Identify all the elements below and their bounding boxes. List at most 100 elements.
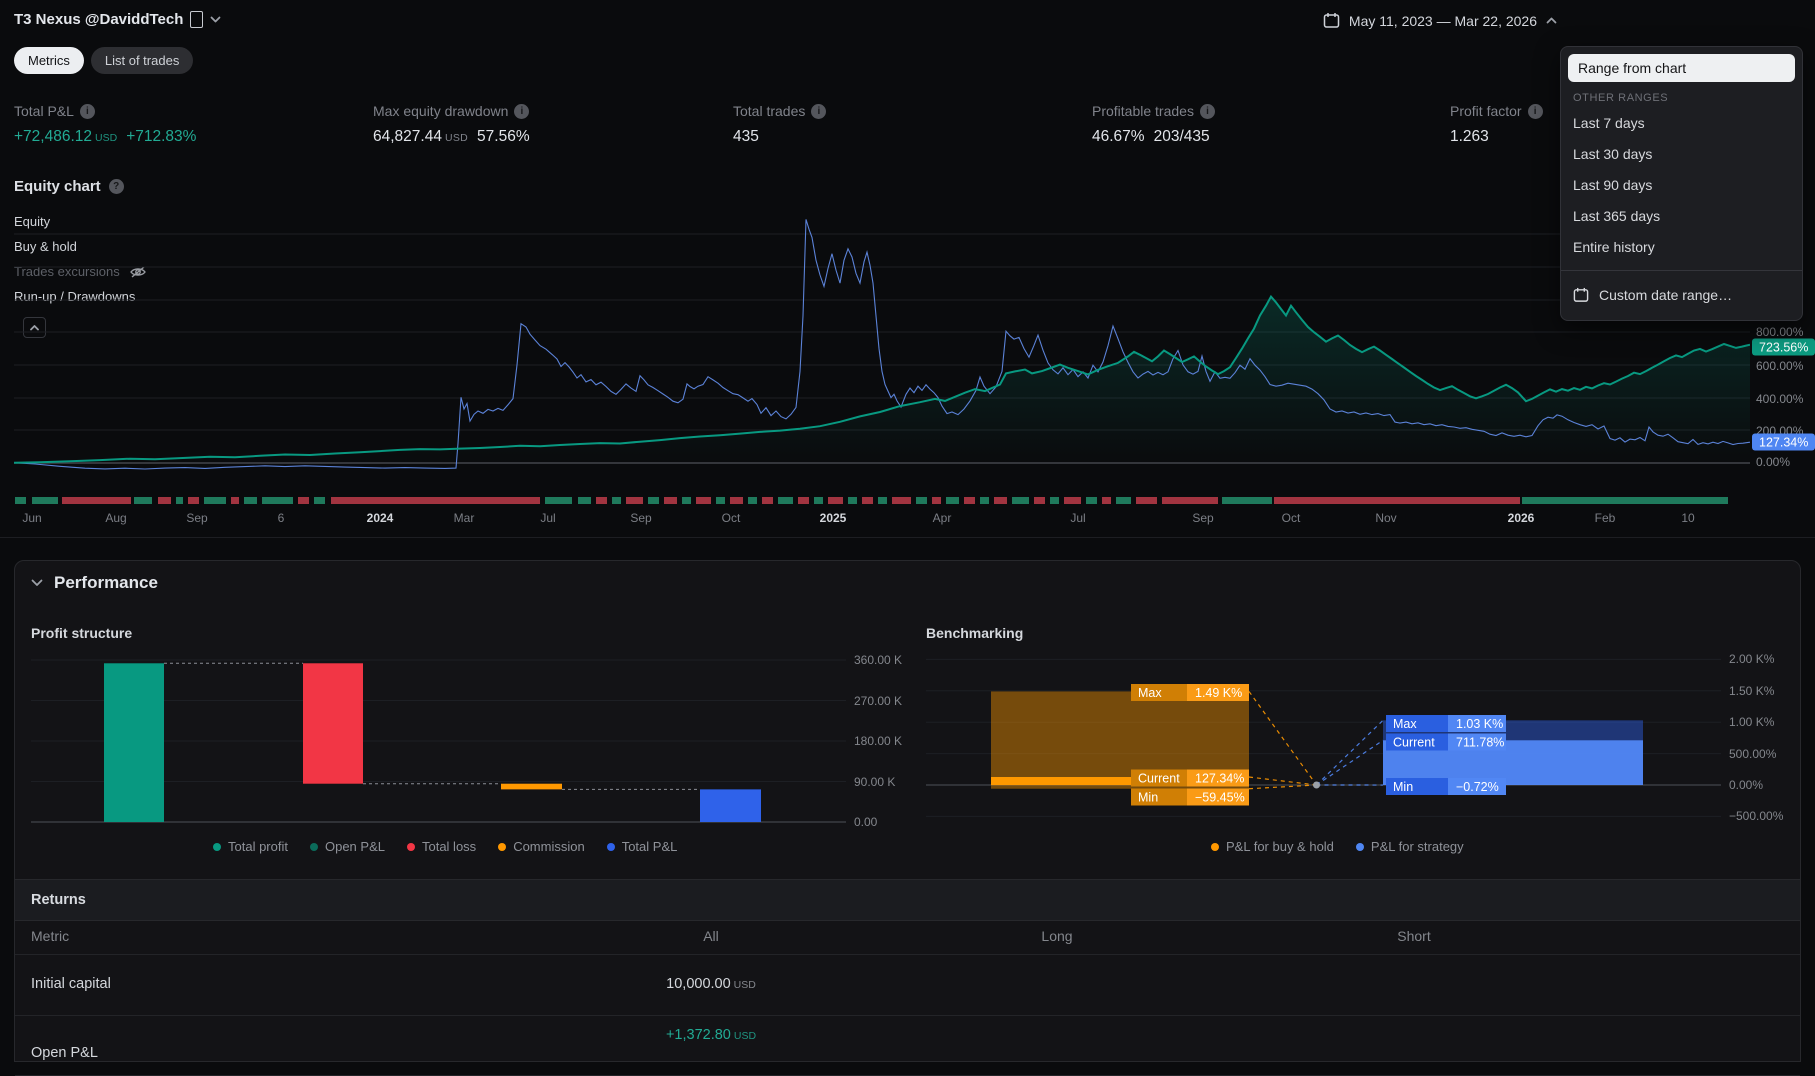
benchmarking-legend: P&L for buy & hold P&L for strategy [1211,839,1464,854]
equity-x-label[interactable]: Apr [933,511,952,525]
equity-x-label[interactable]: 10 [1681,511,1694,525]
benchmarking-y-label: 500.00% [1729,747,1776,761]
stat-label-text: Profitable trades [1092,103,1194,119]
legend-label: Total P&L [622,839,678,854]
returns-col-short: Short [1397,928,1430,944]
legend-item-p-l-for-strategy[interactable]: P&L for strategy [1356,839,1464,854]
equity-x-label[interactable]: Sep [186,511,207,525]
stat-max-equity-drawdown: Max equity drawdowni64,827.44USD57.56% [373,103,530,146]
equity-x-label[interactable]: Oct [722,511,741,525]
legend-dot [498,843,506,851]
stat-label-text: Profit factor [1450,103,1522,119]
equity-x-label[interactable]: Sep [1192,511,1213,525]
equity-x-label[interactable]: Jul [1070,511,1085,525]
info-icon[interactable]: i [1200,104,1215,119]
trade-strip-segment [748,497,757,504]
equity-x-label[interactable]: Nov [1375,511,1396,525]
stat-value-part: USD [95,132,117,144]
returns-row-open-p-l[interactable]: Open P&L+1,372.80USD [15,1015,1800,1076]
dropdown-divider [1561,270,1802,271]
legend-item-total-loss[interactable]: Total loss [407,839,476,854]
dropdown-item-custom-date-range[interactable]: Custom date range… [1561,278,1802,312]
equity-x-label[interactable]: Mar [454,511,475,525]
equity-x-label[interactable]: Aug [105,511,126,525]
benchmarking-chart[interactable]: Max1.49 K%Current127.34%Min−59.45%Max1.0… [926,649,1738,829]
dropdown-item-last-365-days[interactable]: Last 365 days [1561,201,1802,232]
trade-strip-segment [158,497,171,504]
trade-strip-segment [862,497,873,504]
trade-strip-segment [1274,497,1520,504]
equity-x-label[interactable]: Sep [630,511,651,525]
date-range-control[interactable]: May 11, 2023 — Mar 22, 2026 [1323,12,1557,29]
profit-structure-title: Profit structure [31,625,132,641]
dropdown-item-range-from-chart[interactable]: Range from chart [1568,54,1795,82]
svg-text:711.78%: 711.78% [1456,735,1504,749]
trade-strip-segment [648,497,659,504]
svg-text:−0.72%: −0.72% [1456,780,1499,794]
trade-strip-segment [15,497,26,504]
trade-strip-segment [262,497,293,504]
trade-strip-segment [716,497,725,504]
trade-strip-segment [298,497,309,504]
trade-strip-segment [176,497,183,504]
stat-value-part: +712.83% [126,128,196,146]
info-icon[interactable]: i [1528,104,1543,119]
strategy-title-row[interactable]: T3 Nexus @DaviddTech [14,11,221,28]
equity-x-label[interactable]: Feb [1595,511,1616,525]
performance-header[interactable]: Performance [31,573,158,593]
profit-y-label: 180.00 K [854,734,902,748]
equity-x-label[interactable]: 2026 [1508,511,1535,525]
legend-item-open-p-l[interactable]: Open P&L [310,839,385,854]
trade-strip-segment [62,497,131,504]
stat-total-trades: Total tradesi435 [733,103,826,146]
equity-x-label[interactable]: Jul [540,511,555,525]
returns-col-long: Long [1041,928,1072,944]
equity-x-label[interactable]: 2024 [367,511,394,525]
svg-text:Max: Max [1138,686,1162,700]
equity-chart[interactable] [14,205,1750,505]
stat-value: +72,486.12USD+712.83% [14,128,196,146]
info-icon[interactable]: i [811,104,826,119]
view-tabs: Metrics List of trades [14,47,193,74]
equity-x-label[interactable]: 2025 [820,511,847,525]
stat-value-part: 1.263 [1450,128,1489,146]
legend-item-commission[interactable]: Commission [498,839,585,854]
dropdown-item-last-90-days[interactable]: Last 90 days [1561,170,1802,201]
dropdown-item-last-30-days[interactable]: Last 30 days [1561,139,1802,170]
help-icon[interactable]: ? [109,179,124,194]
legend-item-p-l-for-buy-hold[interactable]: P&L for buy & hold [1211,839,1334,854]
equity-x-label[interactable]: Oct [1282,511,1301,525]
info-icon[interactable]: i [514,104,529,119]
returns-title: Returns [31,892,86,908]
trade-strip-segment [1102,497,1111,504]
performance-title: Performance [54,573,158,593]
info-icon[interactable]: i [80,104,95,119]
trade-strip-segment [188,497,199,504]
returns-row-initial-capital[interactable]: Initial capital10,000.00USD [15,955,1800,1016]
stat-value-part: 46.67% [1092,128,1145,146]
returns-section-header[interactable]: Returns [15,879,1800,921]
date-range-dropdown: Range from chart OTHER RANGES Last 7 day… [1560,46,1803,321]
trade-strip-segment [696,497,711,504]
legend-item-total-p-l[interactable]: Total P&L [607,839,678,854]
trade-strip-segment [1162,497,1218,504]
legend-dot [607,843,615,851]
chevron-up-icon [1546,17,1557,24]
dropdown-item-last-7-days[interactable]: Last 7 days [1561,108,1802,139]
tab-metrics[interactable]: Metrics [14,47,84,74]
legend-item-total-profit[interactable]: Total profit [213,839,288,854]
trade-strip-segment [730,497,743,504]
trade-strip-segment [994,497,1007,504]
equity-x-label[interactable]: 6 [278,511,285,525]
performance-card: Performance Profit structure Benchmarkin… [14,560,1801,1062]
legend-label: Open P&L [325,839,385,854]
profit-structure-chart[interactable] [31,649,861,829]
returns-metric-label: Initial capital [31,976,111,992]
equity-x-label[interactable]: Jun [22,511,41,525]
equity-y-label: 600.00% [1756,359,1803,373]
dropdown-item-entire-history[interactable]: Entire history [1561,232,1802,263]
equity-y-label: 0.00% [1756,455,1790,469]
tab-list-of-trades[interactable]: List of trades [91,47,193,74]
stat-label: Max equity drawdowni [373,103,530,119]
benchmarking-y-label: 2.00 K% [1729,652,1774,666]
